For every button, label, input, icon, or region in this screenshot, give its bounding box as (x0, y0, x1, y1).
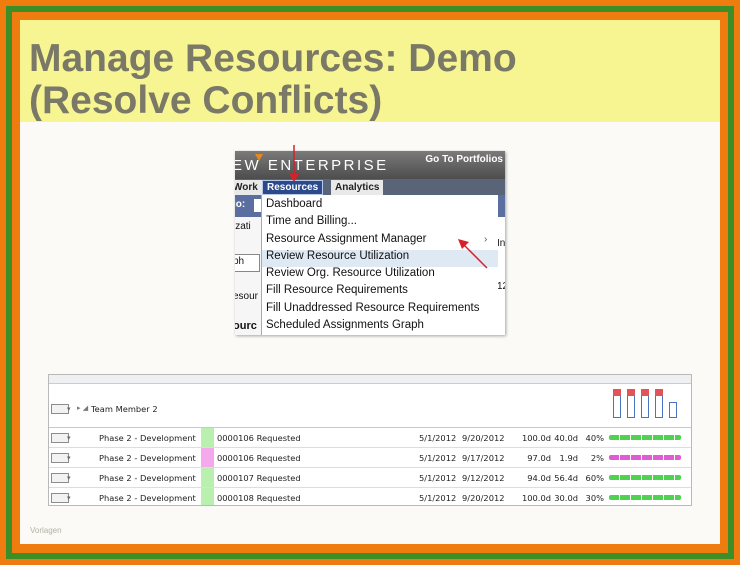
menu-item-time-and-billing[interactable]: Time and Billing... (266, 213, 357, 229)
total-effort-cell: 100.0d (521, 493, 551, 503)
background-filter-bar-right (497, 195, 505, 217)
end-date-cell: 9/17/2012 (462, 453, 505, 463)
assigned-effort-cell: 1.9d (559, 453, 578, 463)
expand-icon[interactable]: ▸ ◢ (77, 404, 88, 412)
phase-cell: Phase 2 - Development (99, 473, 196, 483)
assignment-row[interactable]: ▾ Phase 2 - Development 0000106 Requested 5… (49, 448, 691, 468)
start-date-cell: 5/1/2012 (419, 473, 457, 483)
percent-cell: 2% (590, 453, 604, 463)
resources-dropdown-menu: Dashboard Time and Billing... › Resource… (261, 195, 498, 335)
menu-screenshot: EW ENTERPRISE Go To Portfolios Work Reso… (235, 151, 505, 335)
slide-title-line-1: Manage Resources: Demo (29, 37, 517, 80)
menu-item-review-resource-utilization[interactable]: Review Resource Utilization (266, 248, 409, 264)
overbooked-marker (641, 389, 649, 396)
app-header: EW ENTERPRISE Go To Portfolios (235, 151, 505, 179)
total-effort-cell: 97.0d (527, 453, 551, 463)
slide-title: Manage Resources: Demo (Resolve Conflict… (29, 38, 517, 122)
background-page-right: In 12 (497, 195, 505, 335)
tab-analytics[interactable]: Analytics (331, 180, 384, 195)
workload-mini-chart (611, 384, 687, 427)
chevron-down-icon[interactable]: ▾ (67, 454, 71, 462)
end-date-cell: 9/20/2012 (462, 493, 505, 503)
tab-resources[interactable]: Resources (262, 180, 324, 195)
brand-mark-icon (255, 154, 263, 161)
background-page-left: io: izati ph esour ourc (235, 195, 261, 335)
assignment-row[interactable]: ▾ Phase 2 - Development 0000108 Requested 5… (49, 488, 691, 505)
background-text-4: ourc (235, 320, 257, 332)
end-date-cell: 9/12/2012 (462, 473, 505, 483)
end-date-cell: 9/20/2012 (462, 433, 505, 443)
utilization-bar (609, 455, 681, 460)
project-color-swatch (201, 428, 214, 447)
phase-cell: Phase 2 - Development (99, 493, 196, 503)
assigned-effort-cell: 56.4d (554, 473, 578, 483)
team-row: ▾ ▸ ◢ Team Member 2 (49, 384, 691, 428)
overbooked-marker (655, 389, 663, 396)
percent-cell: 60% (585, 473, 604, 483)
grid-header (49, 375, 691, 384)
background-text-3: esour (235, 291, 259, 302)
background-text-right-1: In (497, 238, 505, 249)
workload-bar (655, 389, 663, 418)
start-date-cell: 5/1/2012 (419, 433, 457, 443)
utilization-bar (609, 475, 681, 480)
slide-title-line-2: (Resolve Conflicts) (29, 79, 383, 122)
project-color-swatch (201, 468, 214, 487)
background-filter-label: io: (235, 199, 246, 210)
tab-work[interactable]: Work (235, 180, 262, 195)
footer-note: Vorlagen (30, 526, 62, 535)
utilization-bar (609, 435, 681, 440)
phase-cell: Phase 2 - Development (99, 453, 196, 463)
assigned-effort-cell: 40.0d (554, 433, 578, 443)
workload-bar (613, 389, 621, 418)
start-date-cell: 5/1/2012 (419, 453, 457, 463)
submenu-arrow-icon: › (484, 234, 488, 245)
project-color-swatch (201, 448, 214, 467)
utilization-bar (609, 495, 681, 500)
requirement-id-cell: 0000107 Requested (217, 473, 301, 483)
percent-cell: 40% (585, 433, 604, 443)
menu-item-fill-unaddressed-resource-requirements[interactable]: Fill Unaddressed Resource Requirements (266, 300, 480, 316)
background-text-right-2: 12 (497, 281, 505, 292)
chevron-down-icon[interactable]: ▾ (67, 434, 71, 442)
background-filter-bar: io: (235, 195, 261, 217)
assigned-effort-cell: 30.0d (554, 493, 578, 503)
chevron-down-icon[interactable]: ▾ (67, 474, 71, 482)
go-to-portfolios-link[interactable]: Go To Portfolios (425, 154, 503, 165)
total-effort-cell: 100.0d (521, 433, 551, 443)
menu-item-review-org-resource-utilization[interactable]: Review Org. Resource Utilization (266, 265, 435, 281)
assignment-row[interactable]: ▾ Phase 2 - Development 0000106 Requested 5… (49, 428, 691, 448)
total-effort-cell: 94.0d (527, 473, 551, 483)
start-date-cell: 5/1/2012 (419, 493, 457, 503)
background-filter-input (254, 199, 261, 212)
grid-screenshot: ▾ ▸ ◢ Team Member 2 ▾ Phase 2 - Developme… (48, 374, 692, 506)
chevron-down-icon[interactable]: ▾ (67, 405, 71, 413)
slide: Manage Resources: Demo (Resolve Conflict… (20, 20, 720, 544)
workload-bar (641, 389, 649, 418)
workload-bar (627, 389, 635, 418)
background-text-1: izati (235, 221, 251, 232)
menu-item-resource-assignment-manager[interactable]: Resource Assignment Manager (266, 231, 426, 247)
requirement-id-cell: 0000108 Requested (217, 493, 301, 503)
main-nav: Work Resources Analytics (235, 179, 505, 195)
project-color-swatch (201, 488, 214, 505)
requirement-id-cell: 0000106 Requested (217, 433, 301, 443)
assignment-row[interactable]: ▾ Phase 2 - Development 0000107 Requested 5… (49, 468, 691, 488)
overbooked-marker (627, 389, 635, 396)
chevron-down-icon[interactable]: ▾ (67, 494, 71, 502)
team-member-label: Team Member 2 (91, 404, 158, 414)
background-text-2: ph (235, 256, 245, 267)
menu-item-fill-resource-requirements[interactable]: Fill Resource Requirements (266, 282, 408, 298)
menu-item-dashboard[interactable]: Dashboard (266, 196, 322, 212)
workload-bar (669, 402, 677, 418)
requirement-id-cell: 0000106 Requested (217, 453, 301, 463)
overbooked-marker (613, 389, 621, 396)
phase-cell: Phase 2 - Development (99, 433, 196, 443)
percent-cell: 30% (585, 493, 604, 503)
menu-item-scheduled-assignments-graph[interactable]: Scheduled Assignments Graph (266, 317, 424, 333)
